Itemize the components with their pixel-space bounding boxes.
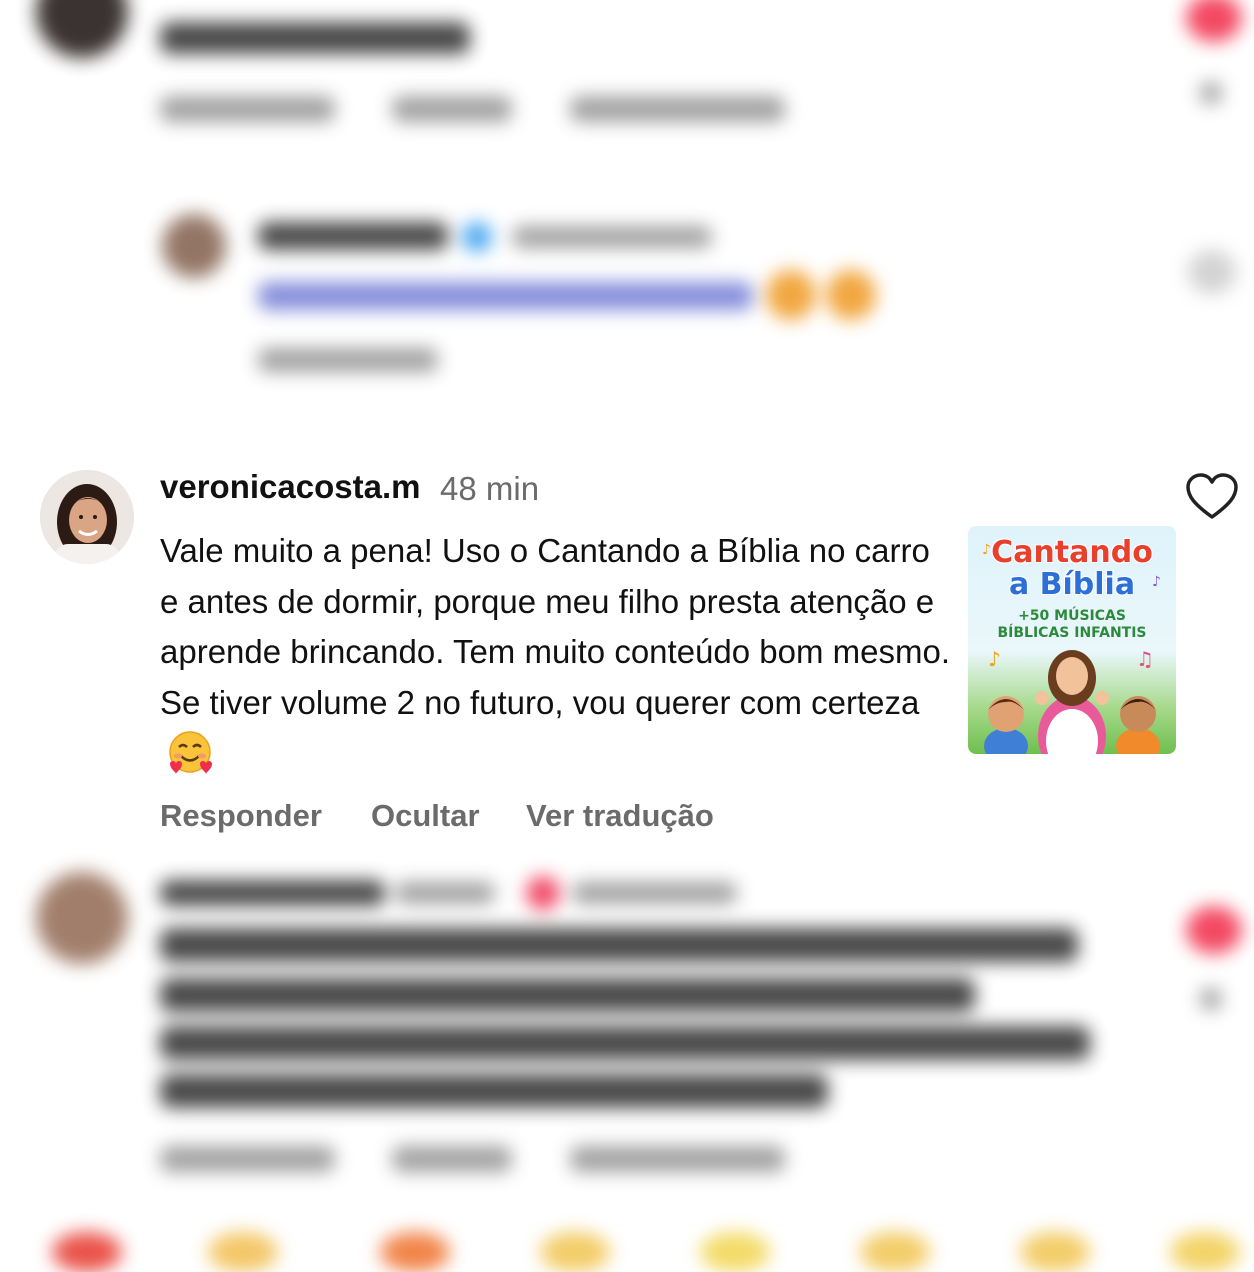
svg-text:♪: ♪ [1152,574,1161,590]
hide-button[interactable]: Ocultar [371,798,480,834]
smiling-face-with-hearts-icon [169,731,212,774]
comment-text: Vale muito a pena! Uso o Cantando a Bíbl… [160,526,950,781]
comment-username[interactable]: veronicacosta.m [160,468,420,506]
svg-text:♪: ♪ [982,542,991,558]
heart-icon [1186,906,1242,954]
avatar [36,0,128,58]
svg-text:♫: ♫ [1136,647,1154,671]
avatar [162,214,226,278]
avatar [36,872,128,964]
comment-card: veronicacosta.m 48 min Vale muito a pena… [4,432,1254,872]
heart-icon [1186,0,1242,42]
see-translation-button[interactable]: Ver tradução [526,798,714,834]
avatar[interactable] [40,470,134,564]
album-illustration: ♪ ♫ ♪ ♪ [982,542,1161,754]
profile-photo [40,470,134,564]
album-cover-image[interactable]: Cantando a Bíblia +50 MÚSICAS BÍBLICAS I… [968,526,1176,754]
reply-button[interactable]: Responder [160,798,322,834]
blurred-comment-above [0,0,1254,430]
comment-body: Vale muito a pena! Uso o Cantando a Bíbl… [160,532,951,721]
comment-timestamp: 48 min [440,470,540,507]
heart-outline-icon [1188,250,1236,294]
verified-icon [462,222,492,252]
blurred-comment-below [0,872,1254,1272]
heart-outline-icon[interactable] [1184,472,1240,522]
svg-text:♪: ♪ [988,647,1001,671]
